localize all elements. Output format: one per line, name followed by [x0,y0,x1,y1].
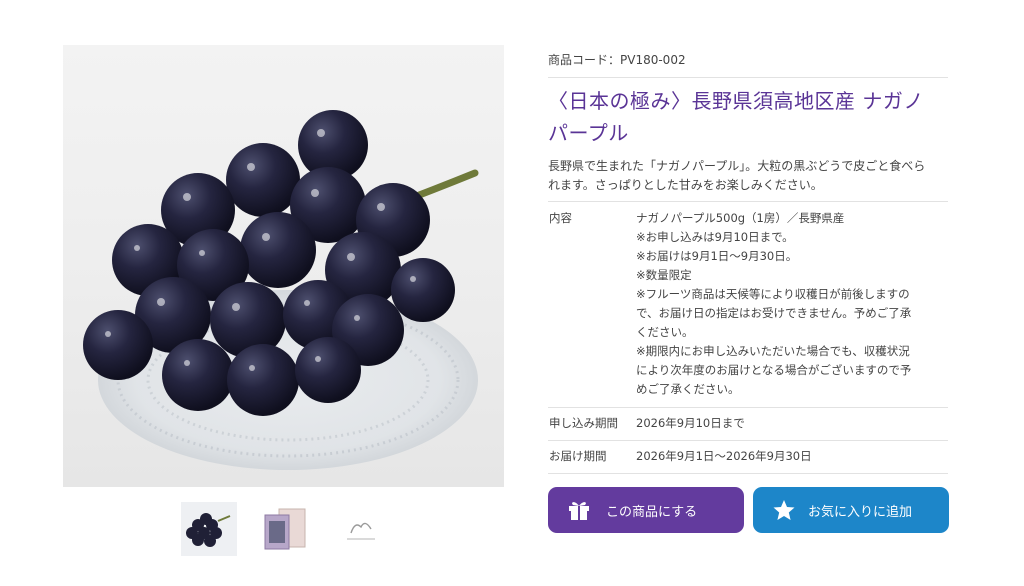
spec-value-content: ナガノパープル500g（1房）／長野県産 ※お申し込みは9月10日まで。 ※お届… [636,202,948,408]
content-line: ※数量限定 [636,268,692,282]
spec-value-application-period: 2026年9月10日まで [636,407,948,441]
content-note-line: で、お届け日の指定はお受けできません。予めご了承 [636,306,912,320]
product-main-image [63,45,504,487]
star-icon [773,500,795,520]
spec-label-delivery-period: お届け期間 [548,440,636,474]
content-note-line: ※期限内にお申し込みいただいた場合でも、収穫状況 [636,344,910,358]
content-note-line: ください。 [636,325,694,339]
action-buttons: この商品にする お気に入りに追加 [548,487,949,533]
content-line: ※お届けは9月1日〜9月30日。 [636,249,798,263]
add-to-favorites-label: お気に入りに追加 [808,505,913,520]
product-description: 長野県で生まれた「ナガノパープル」。大粒の黒ぶどうで皮ごと食べら れます。さっぱ… [548,157,948,202]
spec-row-delivery-period: お届け期間 2026年9月1日〜2026年9月30日 [548,440,948,474]
product-title-line-2: パープル [548,121,629,145]
select-product-button[interactable]: この商品にする [548,487,744,533]
product-title-line-1: 〈日本の極み〉長野県須高地区産 ナガノ [548,89,924,113]
add-to-favorites-button[interactable]: お気に入りに追加 [753,487,949,533]
thumbnail-grapes[interactable] [181,502,237,556]
spec-label-content: 内容 [548,202,636,408]
product-description-line-1: 長野県で生まれた「ナガノパープル」。大粒の黒ぶどうで皮ごと食べら [548,159,926,173]
spec-value-delivery-period: 2026年9月1日〜2026年9月30日 [636,440,948,474]
content-note-line: により次年度のお届けとなる場合がございますので予 [636,363,912,377]
spec-row-content: 内容 ナガノパープル500g（1房）／長野県産 ※お申し込みは9月10日まで。 … [548,202,948,408]
thumbnail-logo[interactable] [333,502,389,556]
content-note-line: めご了承ください。 [636,382,740,396]
product-details: 商品コード：PV180-002 〈日本の極み〉長野県須高地区産 ナガノ パープル… [548,50,948,474]
select-product-label: この商品にする [606,505,698,520]
thumbnail-package[interactable] [257,502,313,556]
content-note-line: ※フルーツ商品は天候等により収穫日が前後しますの [636,287,910,301]
product-code: 商品コード：PV180-002 [548,50,948,78]
spec-row-application-period: 申し込み期間 2026年9月10日まで [548,407,948,441]
spec-label-application-period: 申し込み期間 [548,407,636,441]
spec-table: 内容 ナガノパープル500g（1房）／長野県産 ※お申し込みは9月10日まで。 … [548,202,948,474]
gift-icon [569,502,589,520]
product-description-line-2: れます。さっぱりとした甘みをお楽しみください。 [548,178,823,192]
product-title: 〈日本の極み〉長野県須高地区産 ナガノ パープル [548,85,948,149]
image-thumbnails [181,502,389,556]
content-line: ※お申し込みは9月10日まで。 [636,230,794,244]
content-line: ナガノパープル500g（1房）／長野県産 [636,211,845,225]
